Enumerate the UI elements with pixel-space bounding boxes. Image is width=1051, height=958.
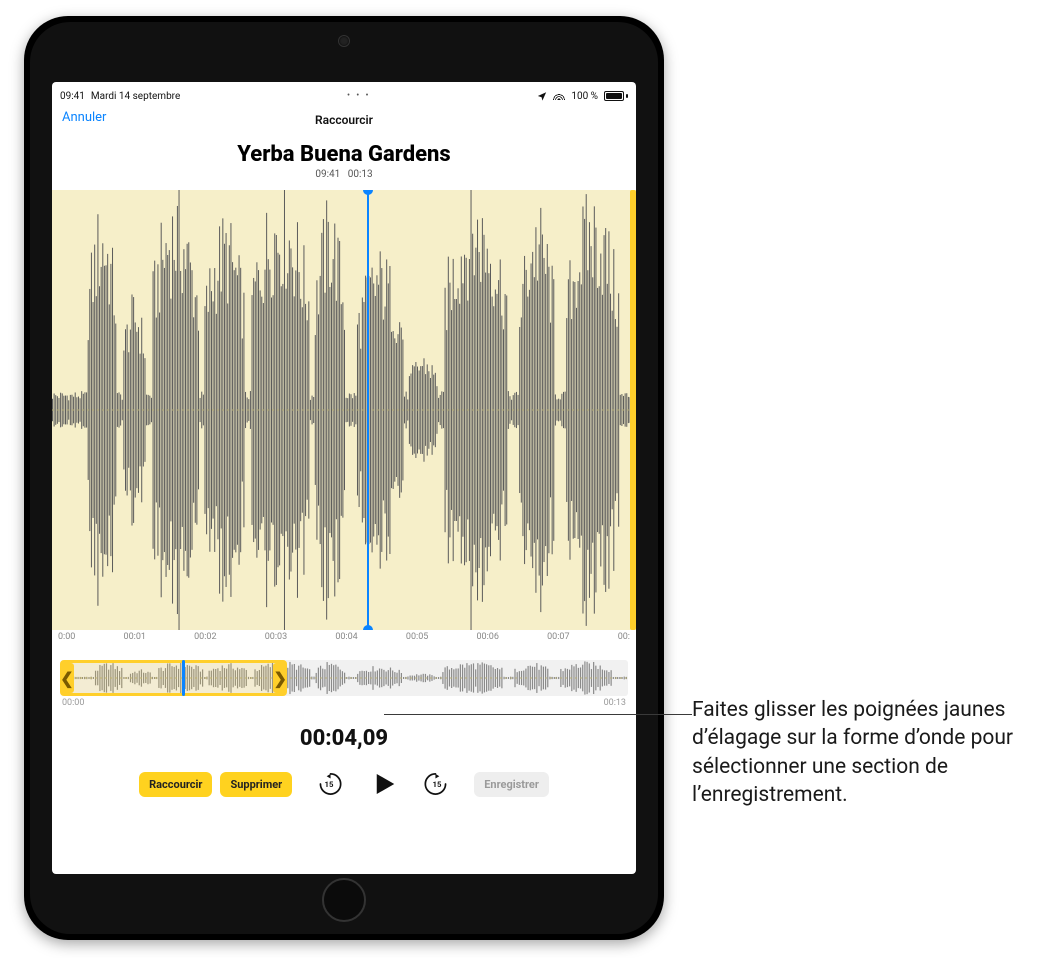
overview-ruler: 00:00 00:13	[52, 696, 636, 708]
overview-end-label: 00:13	[604, 698, 626, 708]
battery-percent: 100 %	[571, 91, 598, 102]
ruler-tick: 00:07	[547, 632, 569, 642]
recording-header: Yerba Buena Gardens 09:41 00:13	[52, 142, 636, 180]
status-bar: 09:41 Mardi 14 septembre • • • 100 %	[52, 82, 636, 106]
trim-handle-left[interactable]: ❮	[60, 663, 74, 693]
trim-handle-right[interactable]: ❯	[273, 663, 287, 693]
ruler-tick: 00:	[618, 632, 630, 642]
trim-edge-right[interactable]	[630, 190, 636, 630]
battery-icon	[604, 91, 628, 101]
recording-duration: 00:13	[348, 169, 373, 180]
nav-title: Raccourcir	[315, 113, 373, 127]
time-ruler: 0:00 00:01 00:02 00:03 00:04 00:05 00:06 00:07 0…	[52, 630, 636, 642]
multitask-dots-icon[interactable]: • • •	[347, 91, 371, 101]
ruler-tick: 0:00	[58, 632, 75, 642]
location-arrow-icon	[537, 91, 547, 101]
skip-back-15-button[interactable]: 15	[312, 767, 346, 801]
camera-dot	[339, 36, 349, 46]
svg-text:15: 15	[325, 780, 334, 789]
status-time: 09:41	[60, 91, 85, 102]
home-button[interactable]	[322, 878, 366, 922]
screen: 09:41 Mardi 14 septembre • • • 100 % Ann…	[52, 82, 636, 874]
trim-button[interactable]: Raccourcir	[139, 772, 212, 797]
ruler-tick: 00:05	[406, 632, 428, 642]
ruler-tick: 00:01	[124, 632, 146, 642]
skip-forward-15-button[interactable]: 15	[420, 767, 454, 801]
callout-text: Faites glisser les poignées jaunes d’éla…	[692, 696, 1032, 809]
ruler-tick: 00:03	[265, 632, 287, 642]
ruler-tick: 00:04	[335, 632, 357, 642]
play-button[interactable]	[366, 767, 400, 801]
ipad-frame: 09:41 Mardi 14 septembre • • • 100 % Ann…	[24, 16, 664, 940]
nav-bar: Annuler Raccourcir	[52, 106, 636, 134]
current-time: 00:04,09	[52, 726, 636, 751]
controls-row: Raccourcir Supprimer 15 15	[52, 767, 636, 801]
waveform-main[interactable]	[52, 190, 636, 630]
waveform-overview[interactable]: ❮ ❯	[60, 660, 628, 696]
ruler-tick: 00:06	[477, 632, 499, 642]
playhead[interactable]	[367, 190, 369, 630]
status-date: Mardi 14 septembre	[91, 91, 180, 102]
delete-button[interactable]: Supprimer	[220, 772, 292, 797]
recording-title: Yerba Buena Gardens	[52, 142, 636, 167]
trim-selection[interactable]: ❮ ❯	[60, 660, 287, 696]
callout-leader-line	[384, 714, 692, 715]
recording-created-time: 09:41	[315, 169, 340, 180]
overview-start-label: 00:00	[62, 698, 84, 708]
wifi-icon	[553, 92, 565, 100]
svg-text:15: 15	[433, 780, 442, 789]
save-button[interactable]: Enregistrer	[474, 772, 549, 797]
waveform-graphic	[52, 190, 636, 630]
overview-playhead[interactable]	[182, 660, 185, 696]
ruler-tick: 00:02	[194, 632, 216, 642]
cancel-button[interactable]: Annuler	[62, 110, 106, 125]
